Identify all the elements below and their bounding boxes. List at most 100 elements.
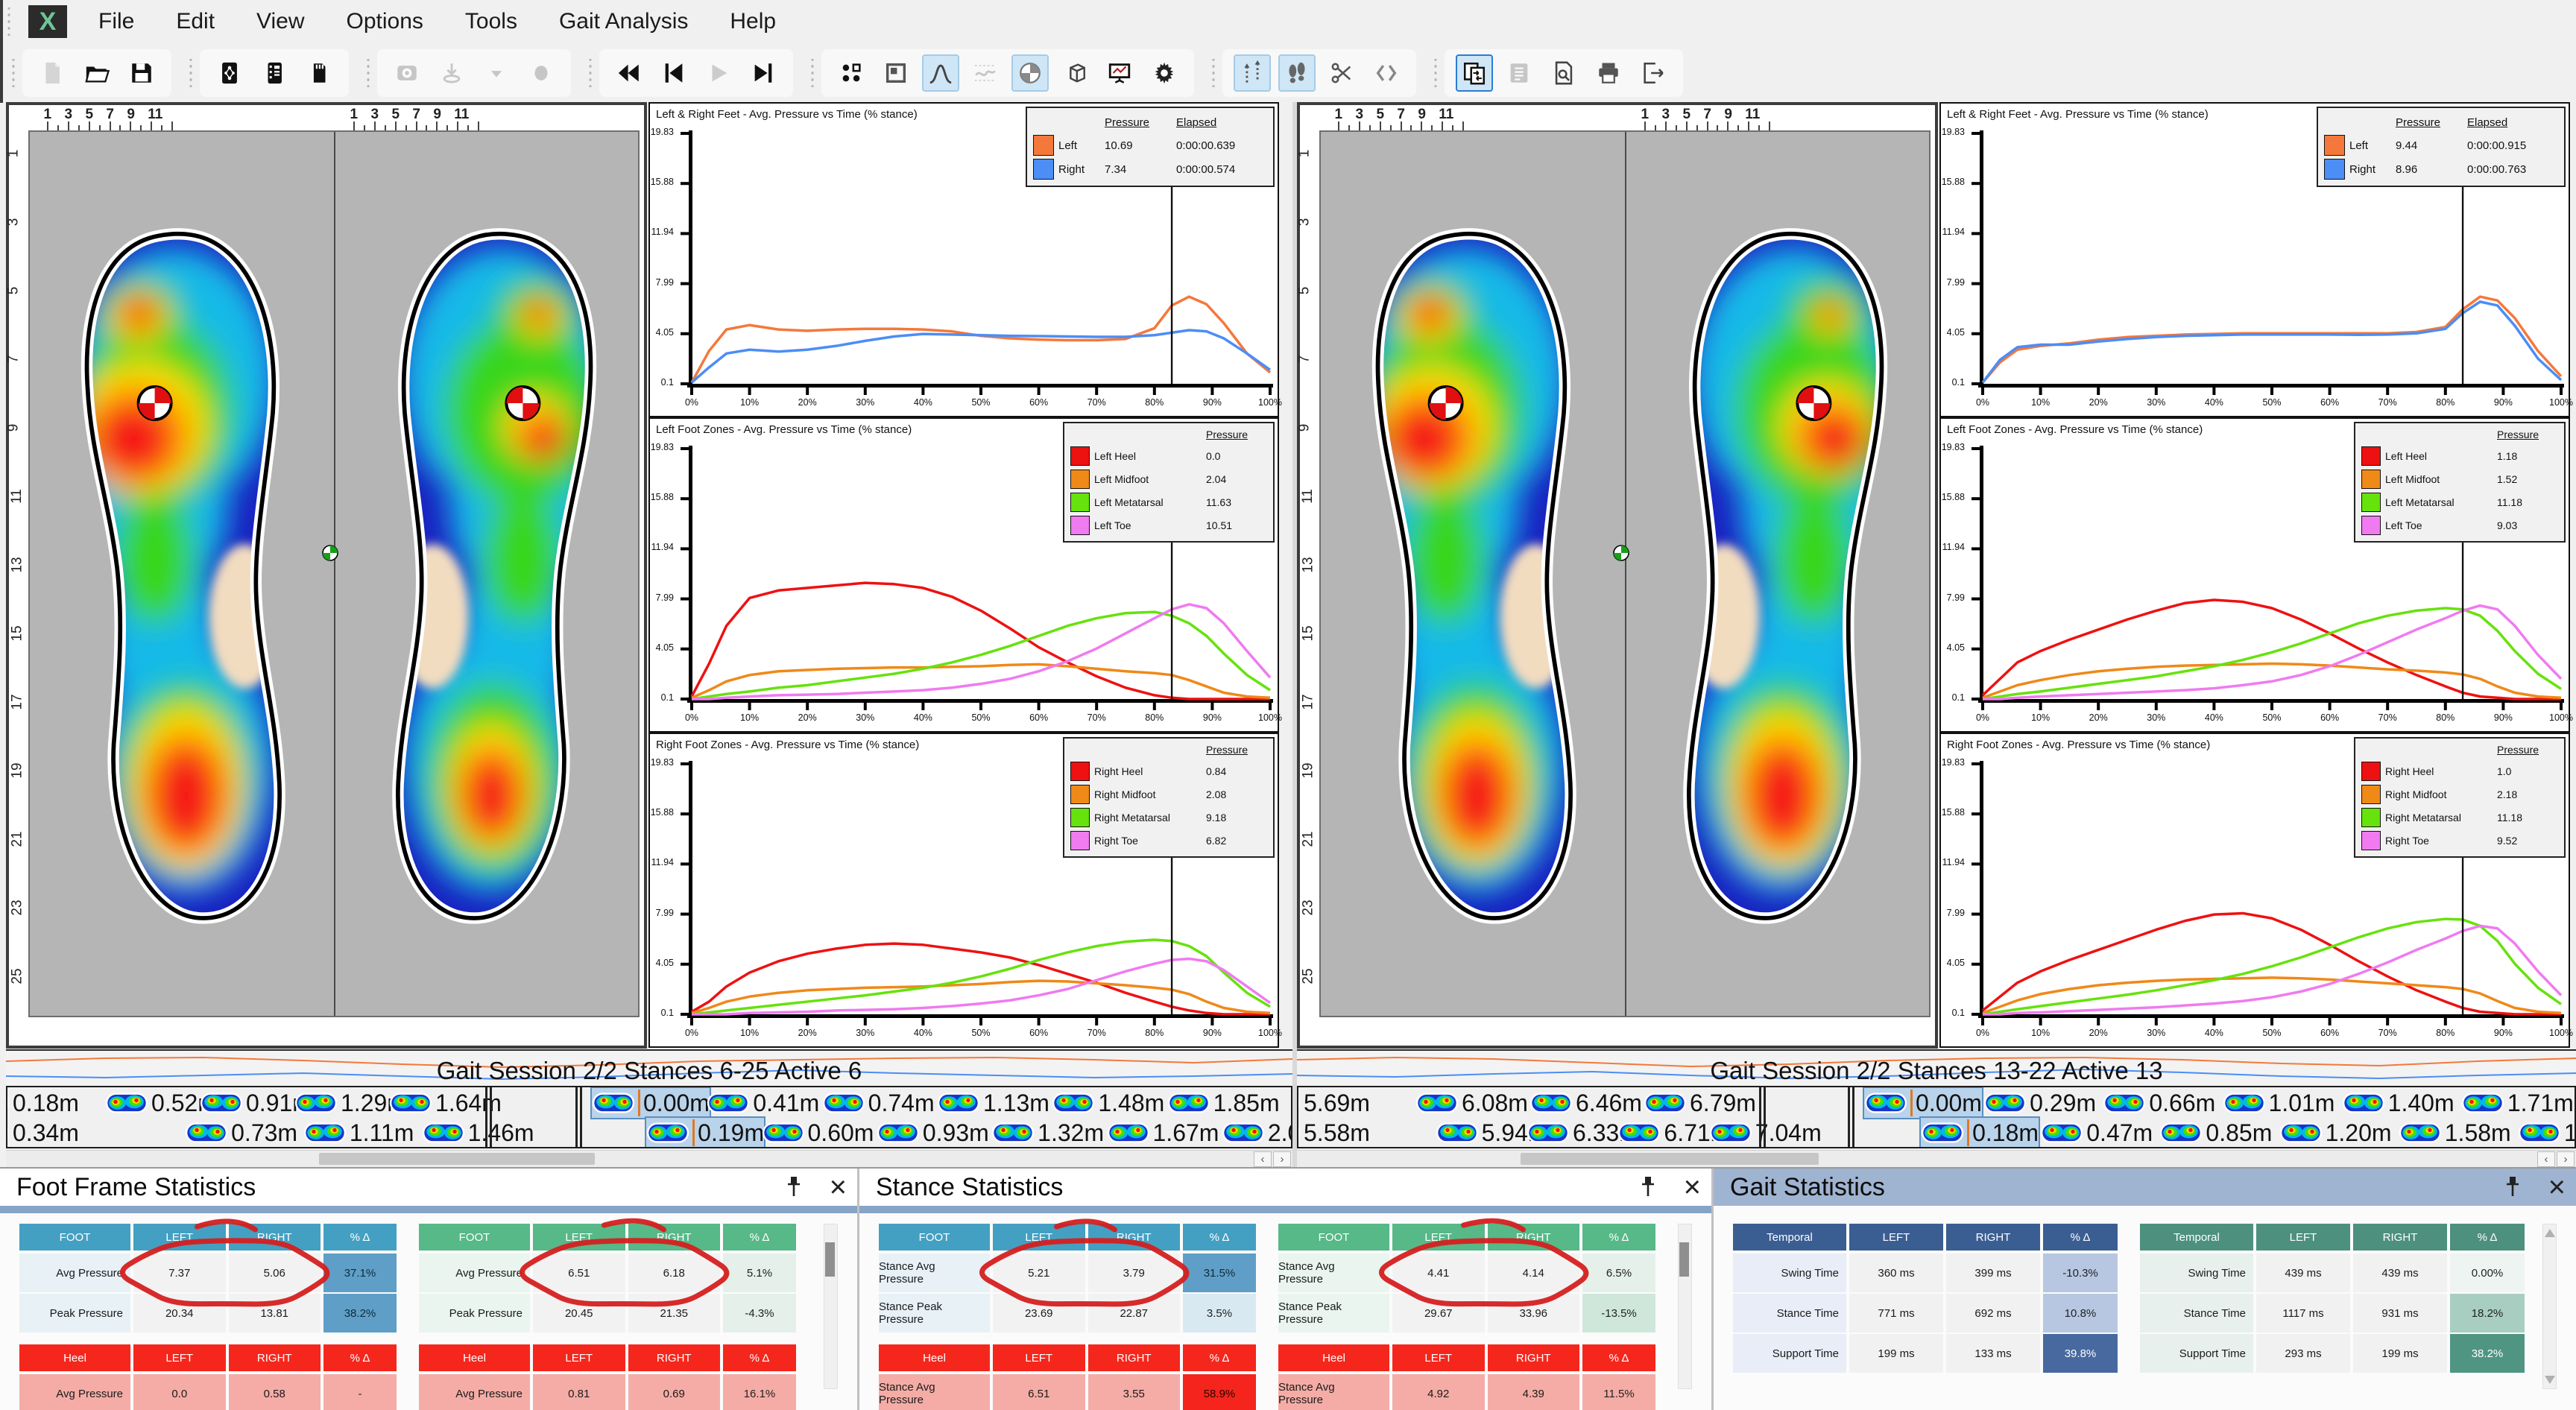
- right-foot[interactable]: [372, 221, 618, 933]
- stance-item[interactable]: 0.00m: [1864, 1088, 1982, 1118]
- open-file-icon[interactable]: [78, 54, 116, 92]
- stance-item[interactable]: 0.19m: [646, 1118, 764, 1148]
- stance-item[interactable]: 0.00m: [592, 1088, 710, 1118]
- device-network-icon[interactable]: [211, 54, 248, 92]
- toolbar-grip[interactable]: [10, 59, 16, 87]
- stance-item[interactable]: 6.79m: [1644, 1088, 1756, 1118]
- menu-item-view[interactable]: View: [236, 3, 325, 40]
- stance-item[interactable]: 1.13m: [937, 1088, 1049, 1118]
- stance-item[interactable]: 0.74m: [822, 1088, 935, 1118]
- menu-item-file[interactable]: File: [78, 3, 155, 40]
- stance-item[interactable]: 0.18m: [6, 1088, 79, 1118]
- scroll-left-button[interactable]: ‹: [2537, 1151, 2555, 1167]
- left-foot[interactable]: [60, 221, 306, 933]
- stride-icon[interactable]: [1234, 54, 1271, 92]
- stance-item[interactable]: 1.11m: [303, 1118, 414, 1148]
- stance-item[interactable]: 0.47m: [2040, 1118, 2153, 1148]
- toolbar-grip[interactable]: [188, 59, 194, 87]
- last-frame-icon[interactable]: [745, 54, 782, 92]
- scroll-right-button[interactable]: ›: [1273, 1151, 1291, 1167]
- menu-item-gait-analysis[interactable]: Gait Analysis: [538, 3, 709, 40]
- panel-scrollbar[interactable]: [2542, 1224, 2557, 1389]
- previous-frame-icon[interactable]: [655, 54, 692, 92]
- close-icon[interactable]: ×: [2548, 1170, 2566, 1204]
- stance-item[interactable]: 0.85m: [2159, 1118, 2272, 1148]
- trim-icon[interactable]: [1323, 54, 1360, 92]
- toolbar-grip[interactable]: [1433, 59, 1439, 87]
- print-icon[interactable]: [1590, 54, 1627, 92]
- scroll-left-button[interactable]: ‹: [1254, 1151, 1272, 1167]
- panel-scrollbar[interactable]: [824, 1224, 838, 1389]
- scrollbar-thumb[interactable]: [1521, 1153, 1819, 1165]
- menu-item-edit[interactable]: Edit: [155, 3, 236, 40]
- frames-icon[interactable]: [833, 54, 870, 92]
- stance-timeline[interactable]: 0.18m 0.52m 0.91m 1.29m 1.64m 0.34m 0.73…: [6, 1086, 1292, 1148]
- play-icon[interactable]: [700, 54, 737, 92]
- pin-icon[interactable]: [2501, 1175, 2524, 1200]
- save-icon[interactable]: [123, 54, 160, 92]
- stance-item[interactable]: 0.34m: [6, 1118, 79, 1148]
- compare-windows-icon[interactable]: [1456, 54, 1493, 92]
- sweep-icon[interactable]: [967, 54, 1004, 92]
- toolbar-grip[interactable]: [809, 59, 815, 87]
- menubar-grip[interactable]: [6, 7, 12, 36]
- stance-item[interactable]: 0.66m: [2103, 1088, 2215, 1118]
- feet-icon[interactable]: [1278, 54, 1316, 92]
- left-foot[interactable]: [1351, 221, 1597, 933]
- frame-box-icon[interactable]: [877, 54, 915, 92]
- close-icon[interactable]: ×: [830, 1170, 847, 1204]
- stance-item[interactable]: 1.48m: [1052, 1088, 1164, 1118]
- panel-scrollbar[interactable]: [1678, 1224, 1692, 1389]
- download-recording-icon[interactable]: [433, 54, 470, 92]
- scroll-right-button[interactable]: ›: [2557, 1151, 2575, 1167]
- right-foot[interactable]: [1663, 221, 1909, 933]
- stance-timeline[interactable]: 5.69m 6.08m 6.46m 6.79m 5.58m 5.94m 6.33…: [1297, 1086, 2576, 1148]
- markers-icon[interactable]: [1368, 54, 1405, 92]
- stance-item[interactable]: 0.93m: [877, 1118, 989, 1148]
- pressure-sensor-area[interactable]: [1319, 130, 1931, 1017]
- stance-item[interactable]: 5.69m: [1297, 1088, 1370, 1118]
- stance-item[interactable]: 0.60m: [762, 1118, 874, 1148]
- dock-panel-titlebar[interactable]: Gait Statistics: [1714, 1169, 2576, 1206]
- page-preview-icon[interactable]: [1545, 54, 1582, 92]
- stance-item[interactable]: 1.58m: [2399, 1118, 2511, 1148]
- stance-item[interactable]: 1.32m: [991, 1118, 1104, 1148]
- dock-panel-titlebar[interactable]: Foot Frame Statistics: [0, 1169, 857, 1206]
- record-icon[interactable]: [523, 54, 560, 92]
- presentation-icon[interactable]: [1101, 54, 1138, 92]
- stance-item[interactable]: 1.20m: [2279, 1118, 2392, 1148]
- session-strip[interactable]: Gait Session 2/2 Stances 13-22 Active 13: [1297, 1049, 2576, 1086]
- stance-item[interactable]: 1.67m: [1107, 1118, 1219, 1148]
- menu-item-options[interactable]: Options: [326, 3, 444, 40]
- pressure-sensor-area[interactable]: [28, 130, 640, 1017]
- stance-item[interactable]: 1.89m: [2518, 1118, 2576, 1148]
- close-icon[interactable]: ×: [1684, 1170, 1701, 1204]
- stance-item[interactable]: 1.85m: [1167, 1088, 1280, 1118]
- timeline-scrollbar[interactable]: ‹›: [1297, 1150, 2576, 1167]
- stance-item[interactable]: 0.73m: [185, 1118, 297, 1148]
- new-file-icon[interactable]: [34, 54, 71, 92]
- report-icon[interactable]: [1500, 54, 1538, 92]
- device-log-icon[interactable]: [256, 54, 293, 92]
- export-icon[interactable]: [1635, 54, 1672, 92]
- stance-item[interactable]: 1.40m: [2342, 1088, 2455, 1118]
- memory-card-icon[interactable]: [300, 54, 338, 92]
- stance-item[interactable]: 0.41m: [707, 1088, 819, 1118]
- scroll-up-arrow[interactable]: [2545, 1229, 2555, 1237]
- stance-item[interactable]: 6.08m: [1415, 1088, 1528, 1118]
- settings-gear-icon[interactable]: [1146, 54, 1183, 92]
- dock-panel-titlebar[interactable]: Stance Statistics: [859, 1169, 1711, 1206]
- peak-curve-icon[interactable]: [922, 54, 959, 92]
- box-3d-icon[interactable]: [1056, 54, 1093, 92]
- stance-item[interactable]: 0.29m: [1983, 1088, 2096, 1118]
- pin-icon[interactable]: [783, 1175, 805, 1200]
- menu-item-help[interactable]: Help: [709, 3, 797, 40]
- toolbar-grip[interactable]: [365, 59, 371, 87]
- record-dropdown-icon[interactable]: [478, 54, 515, 92]
- scroll-down-arrow[interactable]: [2545, 1376, 2555, 1384]
- cop-icon[interactable]: [1011, 54, 1049, 92]
- stance-item[interactable]: 0.18m: [1921, 1118, 2039, 1148]
- stance-item[interactable]: 6.46m: [1530, 1088, 1642, 1118]
- toolbar-grip[interactable]: [1210, 59, 1216, 87]
- session-strip[interactable]: Gait Session 2/2 Stances 6-25 Active 6: [6, 1049, 1292, 1086]
